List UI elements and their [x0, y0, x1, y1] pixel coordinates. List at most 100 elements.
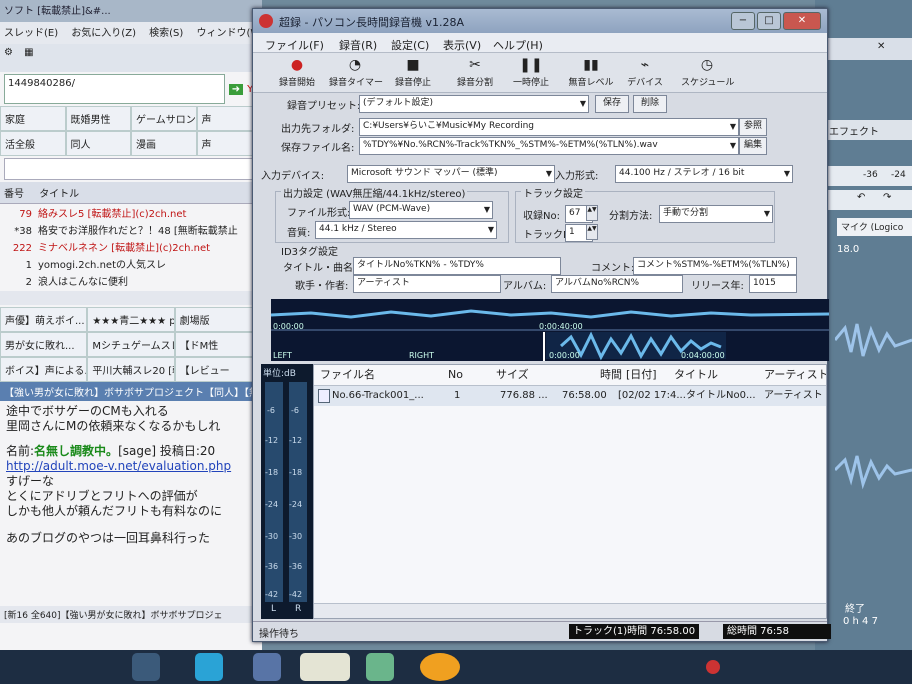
column-artist[interactable]: アーティスト	[764, 365, 826, 385]
thread-row[interactable]: 2 浪人はこんなに便利	[0, 272, 262, 289]
board-tab[interactable]: ゲームサロン	[131, 106, 197, 131]
preset-delete-button[interactable]: 削除	[633, 95, 667, 113]
thread-tab[interactable]: 【レビュー	[174, 357, 262, 382]
meter-tick: -36	[265, 562, 279, 571]
record-timer-label: 録音タイマー	[329, 78, 384, 88]
thread-num: 1	[25, 260, 32, 271]
waveform-display[interactable]: 0:00:00 0:00:40:00 LEFT RIGHT 0:00:00 0:…	[271, 299, 829, 361]
table-row[interactable]: No.66-Track001_... 1 776.88 ... 76:58.00…	[314, 386, 826, 406]
browser-menu-search[interactable]: 検索(S)	[149, 28, 183, 39]
redo-icon[interactable]: ↷	[883, 192, 891, 203]
thread-tab[interactable]: ボイス】声による...	[0, 357, 88, 382]
record-timer-button[interactable]: ◔ 録音タイマー	[329, 55, 384, 91]
record-split-button[interactable]: ✂ 録音分割	[449, 55, 501, 91]
split-method-select[interactable]: 手動で分割	[659, 205, 773, 223]
preset-select[interactable]: (デフォルト設定)	[359, 95, 589, 113]
id3-title-field[interactable]: タイトルNo%TKN% - %TDY%	[353, 257, 561, 275]
thread-tab[interactable]: 男が女に敗れ...	[0, 332, 88, 357]
track-no-spinner[interactable]: ▲▼	[586, 224, 598, 240]
wireless-icon[interactable]	[366, 653, 394, 681]
browser-url-field[interactable]: 1449840286/	[4, 74, 225, 104]
close-icon[interactable]: ✕	[877, 41, 885, 52]
filename-field[interactable]: %TDY%¥No.%RCN%-Track%TKN%_%STM%-%ETM%(%T…	[359, 137, 739, 155]
column-size[interactable]: サイズ	[496, 365, 529, 385]
id3-artist-field[interactable]: アーティスト	[353, 275, 501, 293]
id3-comment-field[interactable]: コメント%STM%-%ETM%(%TLN%)	[633, 257, 797, 275]
menu-settings[interactable]: 設定(C)	[391, 37, 429, 53]
quality-label: 音質:	[287, 228, 311, 239]
column-no[interactable]: No	[448, 365, 463, 385]
board-tab[interactable]: 同人	[65, 131, 131, 156]
rec-no-spinner[interactable]: ▲▼	[586, 205, 598, 221]
board-tab[interactable]: 活全般	[0, 131, 66, 156]
meter-l-label: L	[271, 604, 277, 614]
thread-tab[interactable]: Mシチュゲームスレッ...	[87, 332, 175, 357]
board-tab[interactable]: 既婚男性	[65, 106, 131, 131]
schedule-button[interactable]: ◷ スケジュール	[681, 55, 734, 91]
thread-row[interactable]: *38 格安でお洋服作れだと？！48 [無断転載禁止	[0, 221, 262, 238]
close-button[interactable]: ✕	[783, 12, 821, 30]
track-settings-title: トラック設定	[521, 185, 585, 200]
thread-title-bar: 【強い男が女に敗れ】ボサボサプロジェクト【同人】【無	[0, 382, 262, 401]
thread-row[interactable]: 222 ミナベルネネン [転載禁止](c)2ch.net	[0, 238, 262, 255]
thread-tab[interactable]: 【ドM性	[174, 332, 262, 357]
thread-row[interactable]: 1 yomogi.2ch.netの人気スレ	[0, 255, 262, 272]
board-tab[interactable]: 漫画	[131, 131, 197, 156]
silence-level-button[interactable]: ▮▮ 無音レベル	[565, 55, 617, 91]
menu-help[interactable]: ヘルプ(H)	[493, 37, 543, 53]
column-time[interactable]: 時間	[600, 365, 622, 385]
app-j-icon[interactable]	[253, 653, 281, 681]
thread-row[interactable]: 79 絡みスレ5 [転載禁止](c)2ch.net	[0, 204, 262, 221]
input-device-select[interactable]: Microsoft サウンド マッパー (標準)	[347, 165, 555, 183]
minimize-button[interactable]: −	[731, 12, 755, 30]
mic-select[interactable]: マイク (Logico	[837, 218, 912, 236]
skype-icon[interactable]	[195, 653, 223, 681]
headphone-icon[interactable]	[420, 653, 460, 681]
thread-tab[interactable]: ★★★青二★★★ p...	[87, 307, 175, 332]
browser-menu-favorites[interactable]: お気に入り(Z)	[71, 28, 136, 39]
maximize-button[interactable]: □	[757, 12, 781, 30]
post-link[interactable]: http://adult.moe-v.net/evaluation.php	[6, 459, 231, 473]
thread-num-header[interactable]: 番号	[4, 189, 24, 200]
id3-year-field[interactable]: 1015	[749, 275, 797, 293]
grid-icon[interactable]: ▦	[24, 47, 33, 58]
pause-button[interactable]: ❚❚ 一時停止	[505, 55, 557, 91]
board-filter-dropdown[interactable]	[4, 158, 258, 180]
id3-album-field[interactable]: アルバムNo%RCN%	[551, 275, 683, 293]
thread-title-header[interactable]: タイトル	[39, 189, 79, 200]
menu-file[interactable]: ファイル(F)	[265, 37, 324, 53]
output-folder-field[interactable]: C:¥Users¥らいこ¥Music¥My Recording	[359, 118, 739, 136]
taskbar-app-icon[interactable]	[132, 653, 160, 681]
music-note-icon[interactable]	[300, 653, 350, 681]
device-button[interactable]: ⌁ デバイス	[619, 55, 671, 91]
menu-view[interactable]: 表示(V)	[443, 37, 481, 53]
list-horizontal-scrollbar[interactable]	[314, 603, 826, 618]
column-date[interactable]: [日付]	[626, 365, 657, 385]
go-arrow-icon[interactable]: ➜	[228, 83, 244, 95]
record-start-button[interactable]: ● 録音開始	[271, 55, 323, 91]
input-format-select[interactable]: 44.100 Hz / ステレオ / 16 bit	[615, 165, 793, 183]
thread-tab[interactable]: 声優】萌えボイ...	[0, 307, 88, 332]
board-tab[interactable]: 家庭	[0, 106, 66, 131]
row-time: 76:58.00	[562, 390, 607, 401]
effect-label[interactable]: エフェクト	[815, 120, 912, 140]
preset-save-button[interactable]: 保存	[595, 95, 629, 113]
thread-list-scrollbar[interactable]	[0, 291, 262, 305]
gear-icon[interactable]: ⚙	[4, 47, 13, 58]
tray-alert-icon[interactable]	[706, 660, 720, 674]
quality-select[interactable]: 44.1 kHz / Stereo	[315, 221, 497, 239]
column-filename[interactable]: ファイル名	[320, 365, 375, 385]
undo-icon[interactable]: ↶	[857, 192, 865, 203]
thread-tab[interactable]: 平川大輔スレ20 [転...	[87, 357, 175, 382]
menu-record[interactable]: 録音(R)	[339, 37, 377, 53]
edit-filename-button[interactable]: 編集	[739, 137, 767, 155]
thread-tab[interactable]: 劇場版	[174, 307, 262, 332]
column-title[interactable]: タイトル	[674, 365, 718, 385]
browser-menu-thread[interactable]: スレッド(E)	[4, 28, 58, 39]
record-stop-button[interactable]: ■ 録音停止	[387, 55, 439, 91]
row-size: 776.88 ...	[500, 390, 548, 401]
record-start-label: 録音開始	[278, 78, 315, 88]
post-line: 里岡さんにMの依頼来なくなるかもしれ	[6, 419, 221, 433]
browse-button[interactable]: 参照	[739, 118, 767, 136]
file-format-select[interactable]: WAV (PCM-Wave)	[349, 201, 493, 219]
